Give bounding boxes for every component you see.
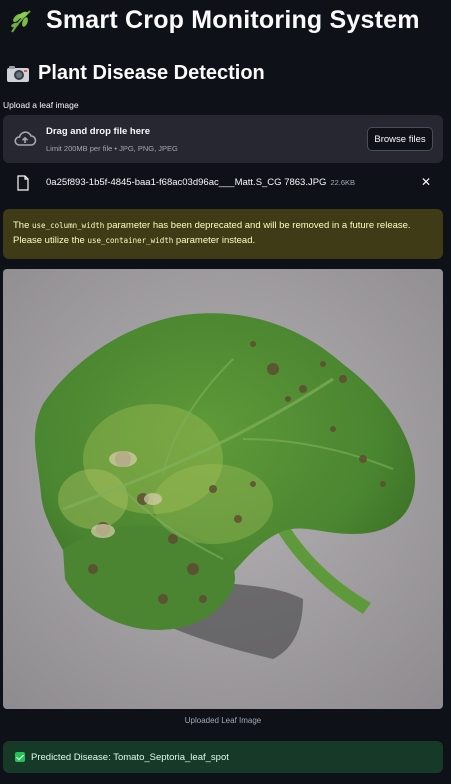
cloud-upload-icon bbox=[14, 131, 37, 146]
uploaded-file-name-text: 0a25f893-1b5f-4845-baa1-f68ac03d96ac___M… bbox=[46, 177, 327, 188]
uploader-label: Upload a leaf image bbox=[3, 100, 79, 110]
leaf-image-graphic bbox=[3, 269, 443, 709]
prediction-result: Predicted Disease: Tomato_Septoria_leaf_… bbox=[3, 741, 443, 773]
camera-icon bbox=[7, 65, 29, 82]
warning-code-column-width: use_column_width bbox=[32, 221, 105, 230]
warning-prefix: The bbox=[13, 220, 30, 231]
uploaded-file-row: 0a25f893-1b5f-4845-baa1-f68ac03d96ac___M… bbox=[3, 172, 443, 196]
seedling-icon bbox=[11, 9, 31, 33]
page-title: Smart Crop Monitoring System bbox=[8, 6, 420, 35]
app-root: Smart Crop Monitoring System Plant Disea… bbox=[0, 0, 451, 784]
uploaded-file-size: 22.6KB bbox=[330, 178, 356, 187]
deprecation-warning: The use_column_width parameter has been … bbox=[3, 209, 443, 259]
image-caption: Uploaded Leaf Image bbox=[184, 716, 262, 725]
warning-suffix: parameter instead. bbox=[175, 235, 256, 246]
section-heading-text: Plant Disease Detection bbox=[38, 62, 265, 84]
checkmark-icon bbox=[15, 752, 25, 762]
section-heading: Plant Disease Detection bbox=[6, 62, 265, 85]
file-icon bbox=[17, 175, 29, 191]
remove-file-icon[interactable]: ✕ bbox=[421, 175, 431, 189]
browse-files-button[interactable]: Browse files bbox=[367, 127, 433, 151]
dropzone-limit-text: Limit 200MB per file • JPG, PNG, JPEG bbox=[46, 144, 178, 153]
page-title-text: Smart Crop Monitoring System bbox=[46, 6, 420, 34]
uploaded-file-name: 0a25f893-1b5f-4845-baa1-f68ac03d96ac___M… bbox=[46, 177, 355, 188]
dropzone-instructions: Drag and drop file here bbox=[46, 126, 150, 137]
file-dropzone[interactable]: Drag and drop file here Limit 200MB per … bbox=[3, 115, 443, 163]
warning-code-container-width: use_container_width bbox=[87, 236, 174, 245]
uploaded-leaf-image bbox=[3, 269, 443, 709]
prediction-text: Predicted Disease: Tomato_Septoria_leaf_… bbox=[31, 751, 229, 763]
